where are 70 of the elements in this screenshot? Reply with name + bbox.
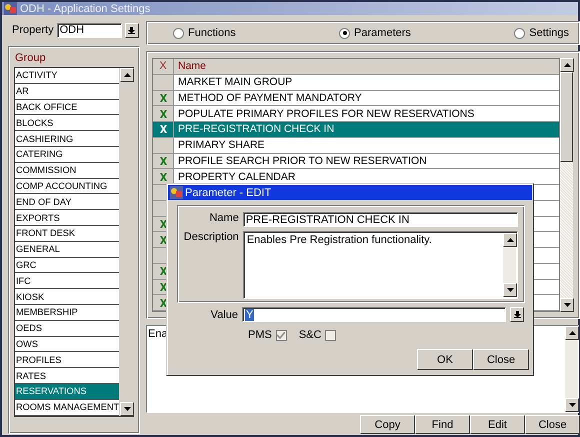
table-cell-text: MARKET MAIN GROUP: [177, 75, 294, 90]
scroll-up-button[interactable]: [560, 58, 574, 72]
down-arrow-icon: [514, 311, 520, 318]
view-radio[interactable]: Functions: [173, 27, 236, 39]
table-row[interactable]: PRIMARY SHARE: [153, 138, 559, 154]
table-cell-text: POPULATE PRIMARY PROFILES FOR NEW RESERVATIONS: [177, 106, 476, 121]
x-mark-icon: [160, 110, 166, 118]
scroll-down-button[interactable]: [560, 298, 574, 312]
checkbox[interactable]: [325, 330, 336, 340]
action-button[interactable]: Find: [415, 415, 470, 434]
scroll-up-button[interactable]: [565, 326, 579, 340]
scroll-down-button[interactable]: [565, 398, 579, 412]
down-arrow-icon: [128, 26, 136, 34]
app-icon: [170, 186, 183, 199]
scroll-up-button[interactable]: [120, 68, 134, 82]
table-cell-text: PRIMARY SHARE: [177, 138, 266, 152]
name-field[interactable]: PRE-REGISTRATION CHECK IN: [242, 212, 518, 227]
value-label: Value: [210, 308, 238, 320]
action-button[interactable]: Edit: [470, 415, 525, 434]
x-mark-icon: [160, 267, 166, 276]
dropdown-button[interactable]: [510, 307, 524, 322]
down-arrow-icon: [564, 303, 570, 307]
up-arrow-icon: [568, 331, 576, 335]
x-mark-icon: [160, 298, 166, 307]
flag-label: PMS: [248, 329, 272, 341]
action-button[interactable]: Close: [525, 415, 580, 434]
checkmark-icon: [277, 332, 286, 338]
description-label: Description: [182, 231, 239, 245]
x-mark-icon: [160, 125, 166, 134]
down-arrow-icon: [568, 403, 576, 407]
scroll-down-button[interactable]: [120, 402, 134, 416]
value-field[interactable]: Y: [242, 307, 506, 322]
table-row[interactable]: PROFILE SEARCH PRIOR TO NEW RESERVATION: [153, 154, 559, 170]
up-arrow-icon: [564, 63, 570, 67]
x-mark-icon: [160, 236, 166, 244]
x-mark-icon: [160, 220, 166, 228]
scroll-up-button[interactable]: [503, 233, 517, 247]
up-arrow-icon: [124, 73, 131, 77]
x-mark-icon: [160, 156, 166, 165]
view-radio[interactable]: Parameters: [339, 27, 411, 39]
name-label: Name: [208, 212, 239, 226]
x-mark-icon: [160, 282, 166, 291]
property-field[interactable]: ODH: [56, 22, 122, 38]
down-arrow-icon: [124, 406, 131, 411]
scroll-down-button[interactable]: [503, 283, 517, 297]
table-cell-text: METHOD OF PAYMENT MANDATORY: [177, 90, 363, 106]
dialog-button[interactable]: Close: [473, 349, 529, 370]
window-title: ODH - Application Settings: [20, 2, 150, 14]
column-header: Name: [177, 59, 208, 74]
group-heading: Group: [14, 51, 47, 66]
table-cell-text: PROPERTY CALENDAR: [177, 170, 296, 184]
x-mark-icon: [160, 94, 166, 102]
x-mark-icon: [160, 172, 166, 181]
dialog-title: Parameter - EDIT: [185, 186, 272, 198]
dropdown-button[interactable]: [124, 22, 139, 38]
group-item[interactable]: RESERVATIONS: [15, 384, 120, 400]
app-icon: [4, 2, 17, 15]
up-arrow-icon: [506, 238, 514, 242]
view-radio[interactable]: Settings: [514, 27, 569, 39]
checkbox[interactable]: [276, 330, 287, 340]
table-row[interactable]: METHOD OF PAYMENT MANDATORY: [153, 90, 559, 106]
table-row[interactable]: MARKET MAIN GROUP: [153, 74, 559, 90]
description-field[interactable]: Enables Pre Registration functionality.: [242, 231, 518, 299]
down-arrow-icon: [506, 288, 514, 292]
flag-label: S&C: [298, 329, 322, 341]
dialog-button[interactable]: OK: [417, 349, 473, 370]
scroll-thumb[interactable]: [560, 72, 573, 162]
action-button[interactable]: Copy: [360, 415, 415, 434]
property-label: Property: [12, 24, 54, 36]
table-cell-text: PROFILE SEARCH PRIOR TO NEW RESERVATION: [177, 154, 428, 168]
